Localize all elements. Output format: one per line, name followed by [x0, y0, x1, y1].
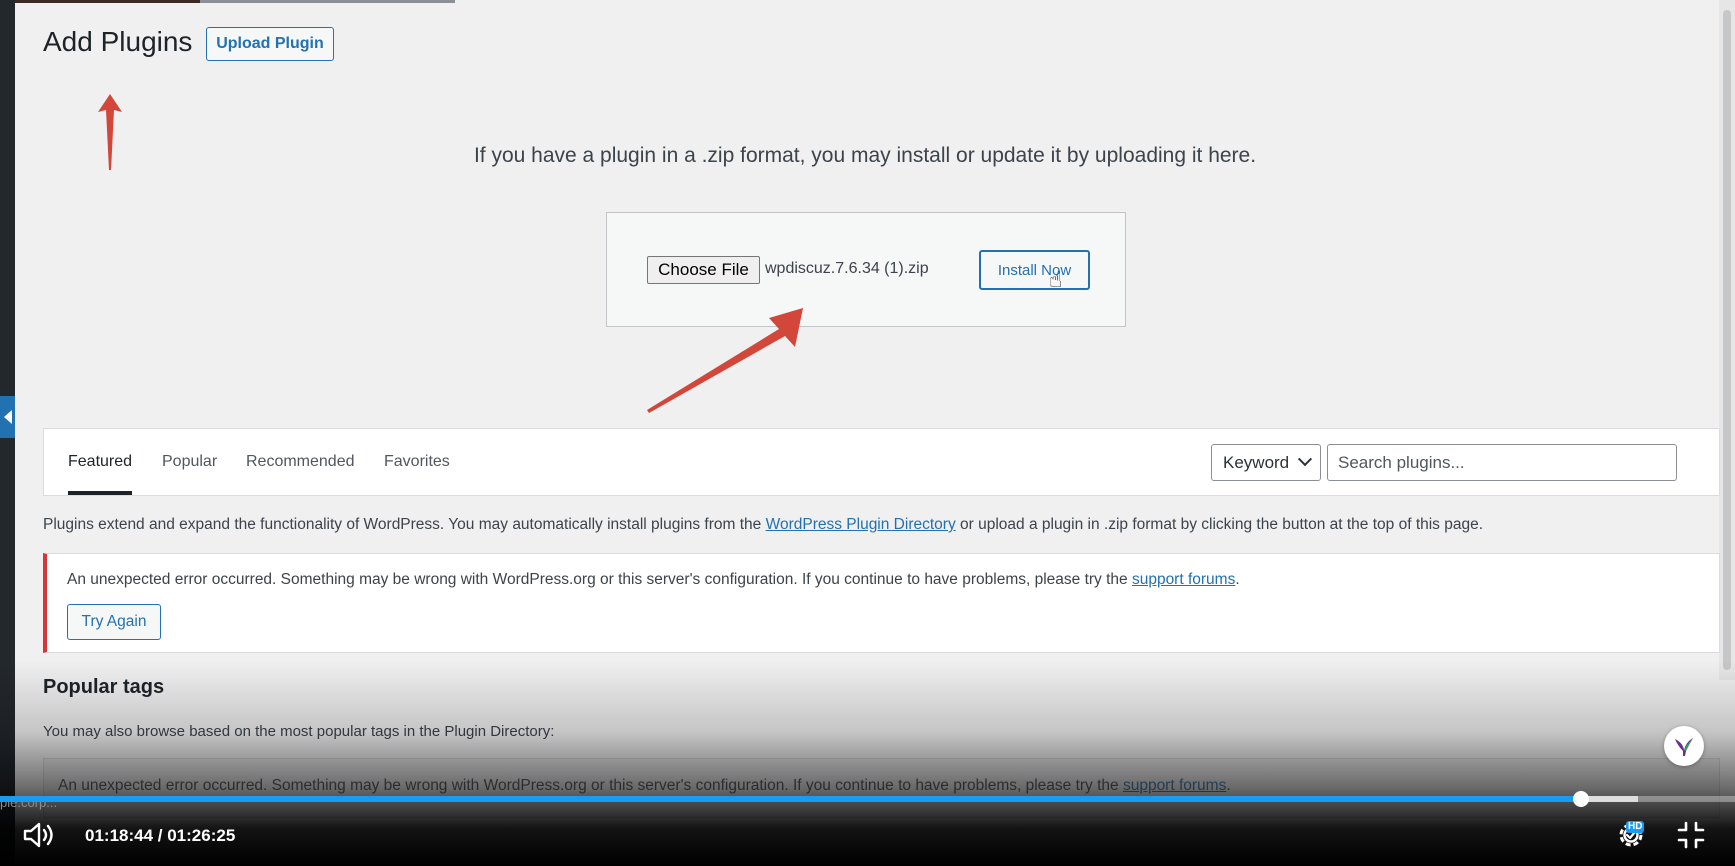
tags-error-notice: An unexpected error occurred. Something … [43, 758, 1720, 818]
search-type-select[interactable]: Keyword [1211, 444, 1321, 481]
webcam-overlay-edge [15, 0, 455, 3]
plugin-directory-link[interactable]: WordPress Plugin Directory [766, 516, 956, 533]
try-again-button[interactable]: Try Again [67, 604, 161, 640]
tab-popular[interactable]: Popular [162, 453, 217, 471]
fullscreen-icon[interactable] [1676, 820, 1706, 850]
bird-icon [1675, 738, 1693, 756]
search-plugins-input[interactable] [1327, 444, 1677, 481]
popular-tags-description: You may also browse based on the most po… [43, 723, 555, 740]
tab-featured[interactable]: Featured [68, 453, 132, 471]
search-type-value: Keyword [1223, 452, 1290, 472]
error-text-end: . [1235, 571, 1240, 588]
video-time: 01:18:44 / 01:26:25 [85, 826, 236, 845]
tab-favorites[interactable]: Favorites [384, 453, 450, 471]
wp-admin-content: Add Plugins Upload Plugin If you have a … [15, 0, 1735, 866]
tags-support-forums-link[interactable]: support forums [1123, 777, 1226, 794]
progress-played [0, 796, 1581, 802]
hand-cursor-icon: ☝ [1049, 267, 1063, 292]
floating-assistant-button[interactable] [1664, 726, 1704, 766]
tab-recommended[interactable]: Recommended [246, 453, 355, 471]
tags-error-message: An unexpected error occurred. Something … [58, 777, 1231, 795]
install-now-button[interactable]: Install Now [979, 250, 1090, 290]
scrollbar-thumb[interactable] [1723, 10, 1731, 670]
description-text-end: or upload a plugin in .zip format by cli… [955, 516, 1484, 533]
active-tab-indicator [68, 491, 132, 495]
upload-intro-text: If you have a plugin in a .zip format, y… [473, 144, 1257, 167]
error-text: An unexpected error occurred. Something … [67, 571, 1132, 588]
selected-file-name: wpdiscuz.7.6.34 (1).zip [765, 260, 929, 277]
choose-file-button[interactable]: Choose File [647, 256, 760, 284]
tags-error-text: An unexpected error occurred. Something … [58, 777, 1123, 794]
plugins-description: Plugins extend and expand the functional… [43, 516, 1483, 534]
hd-badge: HD [1626, 821, 1645, 833]
error-message: An unexpected error occurred. Something … [67, 571, 1240, 589]
sidebar-collapse-icon[interactable] [0, 396, 15, 438]
upload-plugin-form: Choose File wpdiscuz.7.6.34 (1).zip Inst… [606, 212, 1126, 327]
upload-plugin-button[interactable]: Upload Plugin [206, 27, 334, 61]
tags-error-text-end: . [1226, 777, 1231, 794]
page-title: Add Plugins [43, 26, 193, 57]
plugin-filter-bar: Featured Popular Recommended Favorites K… [43, 428, 1720, 496]
page-scrollbar[interactable] [1719, 0, 1735, 680]
popular-tags-title: Popular tags [43, 676, 165, 698]
volume-icon[interactable] [22, 820, 56, 850]
chevron-down-icon [1297, 452, 1313, 467]
description-text: Plugins extend and expand the functional… [43, 516, 766, 533]
error-notice: An unexpected error occurred. Something … [43, 553, 1720, 653]
video-progress-bar[interactable] [0, 791, 1735, 807]
progress-scrubber[interactable] [1572, 791, 1589, 807]
admin-sidebar-edge [0, 0, 15, 866]
support-forums-link[interactable]: support forums [1132, 571, 1235, 588]
